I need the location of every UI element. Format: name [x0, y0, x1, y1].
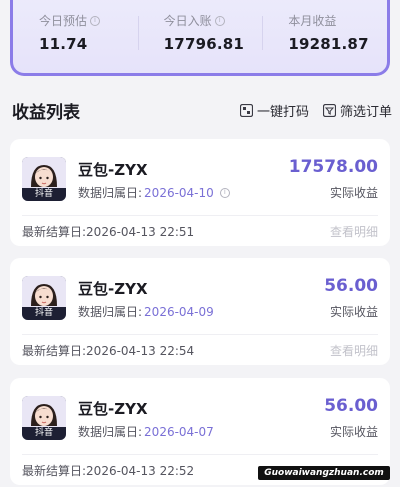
- amount-label: 实际收益: [329, 305, 378, 319]
- amount: 17578.00: [288, 157, 378, 177]
- earnings-card[interactable]: 抖音 豆包-ZYX 数据归属日: 2026-04-10 i 17578.00 实…: [10, 139, 390, 246]
- mosaic-icon: [239, 103, 253, 117]
- account-name: 豆包-ZYX: [78, 280, 148, 298]
- account-name: 豆包-ZYX: [78, 400, 148, 418]
- stat-today-estimate: 今日预估 i 11.74: [13, 0, 138, 73]
- avatar: 抖音: [22, 157, 66, 201]
- platform-badge: 抖音: [22, 188, 66, 201]
- info-icon[interactable]: i: [214, 15, 225, 26]
- section-title: 收益列表: [12, 102, 80, 123]
- avatar: 抖音: [22, 276, 66, 320]
- date-label: 数据归属日:: [78, 425, 143, 439]
- earnings-card[interactable]: 抖音 豆包-ZYX 数据归属日: 2026-04-09 56.00 实际收益 最…: [10, 258, 390, 365]
- one-click-mosaic-label: 一键打码: [256, 104, 309, 120]
- date-value: 2026-04-10: [144, 185, 214, 200]
- platform-badge: 抖音: [22, 427, 66, 440]
- view-detail-link[interactable]: 查看明细: [330, 342, 378, 359]
- earnings-summary-card: 今日预估 i 11.74 今日入账 i 17796.81 本月收益 19281.…: [10, 0, 390, 76]
- settlement-date: 最新结算日:2026-04-13 22:51: [22, 224, 195, 239]
- account-name: 豆包-ZYX: [78, 161, 148, 179]
- platform-badge: 抖音: [22, 307, 66, 320]
- watermark: Guowaiwangzhuan.com: [258, 466, 390, 480]
- settlement-date: 最新结算日:2026-04-13 22:52: [22, 463, 195, 478]
- stat-label: 今日入账: [163, 14, 212, 28]
- amount: 56.00: [324, 276, 378, 296]
- filter-orders-button[interactable]: 筛选订单: [322, 101, 392, 120]
- filter-orders-label: 筛选订单: [339, 104, 392, 120]
- stat-label: 今日预估: [39, 14, 88, 28]
- date-label: 数据归属日:: [78, 186, 143, 200]
- stat-label: 本月收益: [288, 14, 337, 28]
- filter-icon: [322, 103, 336, 117]
- stat-today-income: 今日入账 i 17796.81: [137, 0, 263, 73]
- stat-value: 11.74: [39, 35, 88, 53]
- amount-label: 实际收益: [329, 425, 378, 439]
- stat-value: 19281.87: [288, 35, 369, 53]
- date-label: 数据归属日:: [78, 305, 143, 319]
- info-icon[interactable]: i: [219, 187, 230, 198]
- amount: 56.00: [324, 396, 378, 416]
- one-click-mosaic-button[interactable]: 一键打码: [239, 101, 309, 120]
- avatar: 抖音: [22, 396, 66, 440]
- view-detail-link[interactable]: 查看明细: [330, 223, 378, 240]
- date-value: 2026-04-09: [144, 304, 214, 319]
- amount-label: 实际收益: [329, 186, 378, 200]
- list-header: 收益列表 一键打码 筛选订单: [0, 96, 400, 124]
- stat-month-income: 本月收益 19281.87: [262, 0, 387, 73]
- info-icon[interactable]: i: [90, 15, 101, 26]
- date-value: 2026-04-07: [144, 424, 214, 439]
- settlement-date: 最新结算日:2026-04-13 22:54: [22, 343, 195, 358]
- stat-value: 17796.81: [163, 35, 245, 53]
